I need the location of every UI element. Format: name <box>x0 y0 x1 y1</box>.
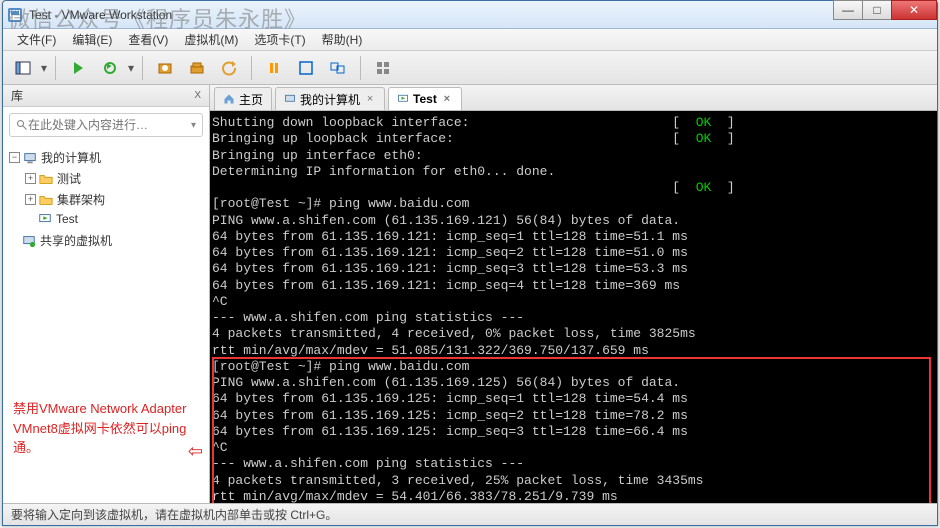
menu-file[interactable]: 文件(F) <box>9 29 64 50</box>
window-title: Test - VMware Workstation <box>29 8 933 22</box>
separator <box>55 56 56 80</box>
tree-node-cluster-folder[interactable]: + 集群架构 <box>5 189 207 210</box>
sidebar-close-icon[interactable]: X <box>194 90 201 101</box>
toolbar: ▾ ▾ <box>3 51 937 85</box>
search-box[interactable]: ▾ <box>9 113 203 137</box>
search-icon <box>16 119 28 131</box>
thumbnail-icon[interactable] <box>369 55 397 81</box>
folder-icon <box>39 172 53 186</box>
power-on-icon[interactable] <box>64 55 92 81</box>
tree-label: Test <box>56 212 78 226</box>
pause-icon[interactable] <box>260 55 288 81</box>
tab-close-icon[interactable]: × <box>441 93 453 105</box>
arrow-left-icon: ⇦ <box>188 438 203 465</box>
app-window: Test - VMware Workstation — □ ✕ 文件(F) 编辑… <box>2 0 938 526</box>
library-tree: − 我的计算机 + 测试 + 集群架构 Test <box>3 143 209 255</box>
expand-icon[interactable]: + <box>25 173 36 184</box>
tree-label: 集群架构 <box>57 191 105 208</box>
home-icon <box>223 93 235 105</box>
tree-node-test-vm[interactable]: Test <box>5 210 207 228</box>
terminal-console[interactable]: Shutting down loopback interface: [ OK ]… <box>210 111 937 503</box>
folder-icon <box>39 193 53 207</box>
separator <box>251 56 252 80</box>
tree-node-mypc[interactable]: − 我的计算机 <box>5 147 207 168</box>
unity-icon[interactable] <box>324 55 352 81</box>
minimize-button[interactable]: — <box>833 0 863 20</box>
menu-edit[interactable]: 编辑(E) <box>64 29 120 50</box>
tab-mypc[interactable]: 我的计算机 × <box>275 87 385 110</box>
sidebar: 库 X ▾ − 我的计算机 + 测试 + <box>3 85 210 503</box>
status-text: 要将输入定向到该虚拟机，请在虚拟机内部单击或按 Ctrl+G。 <box>11 506 337 523</box>
search-input[interactable] <box>28 118 191 132</box>
annotation-text: 禁用VMware Network Adapter VMnet8虚拟网卡依然可以p… <box>13 399 203 465</box>
menu-vm[interactable]: 虚拟机(M) <box>176 29 246 50</box>
revert-icon[interactable] <box>215 55 243 81</box>
tab-label: 主页 <box>239 91 263 108</box>
menubar: 文件(F) 编辑(E) 查看(V) 虚拟机(M) 选项卡(T) 帮助(H) <box>3 29 937 51</box>
menu-tabs[interactable]: 选项卡(T) <box>246 29 313 50</box>
tab-home[interactable]: 主页 <box>214 87 272 110</box>
vm-icon <box>397 93 409 105</box>
sidebar-header: 库 X <box>3 85 209 107</box>
separator <box>360 56 361 80</box>
expand-icon[interactable]: + <box>25 194 36 205</box>
maximize-button[interactable]: □ <box>862 0 892 20</box>
tab-label: 我的计算机 <box>300 91 360 108</box>
computer-icon <box>23 151 37 165</box>
snapshot-manage-icon[interactable] <box>183 55 211 81</box>
sidebar-title: 库 <box>11 87 23 104</box>
highlight-box <box>212 357 931 503</box>
tree-label: 测试 <box>57 170 81 187</box>
collapse-icon[interactable]: − <box>9 152 20 163</box>
main-area: 库 X ▾ − 我的计算机 + 测试 + <box>3 85 937 503</box>
menu-help[interactable]: 帮助(H) <box>314 29 371 50</box>
fullscreen-icon[interactable] <box>292 55 320 81</box>
dropdown-icon[interactable]: ▾ <box>191 120 196 131</box>
library-toggle-icon[interactable] <box>9 55 37 81</box>
snapshot-icon[interactable] <box>151 55 179 81</box>
tab-close-icon[interactable]: × <box>364 93 376 105</box>
vm-icon <box>38 212 52 226</box>
tree-node-shared[interactable]: 共享的虚拟机 <box>5 230 207 251</box>
titlebar[interactable]: Test - VMware Workstation — □ ✕ <box>3 1 937 29</box>
statusbar: 要将输入定向到该虚拟机，请在虚拟机内部单击或按 Ctrl+G。 <box>3 503 937 525</box>
tab-test[interactable]: Test × <box>388 87 462 110</box>
computer-icon <box>284 93 296 105</box>
tree-label: 共享的虚拟机 <box>40 232 112 249</box>
app-icon <box>7 7 23 23</box>
tabbar: 主页 我的计算机 × Test × <box>210 85 937 111</box>
tree-label: 我的计算机 <box>41 149 101 166</box>
content-area: 主页 我的计算机 × Test × Shutting down loopback… <box>210 85 937 503</box>
close-button[interactable]: ✕ <box>891 0 937 20</box>
power-cycle-icon[interactable] <box>96 55 124 81</box>
dropdown-icon[interactable]: ▾ <box>128 61 134 75</box>
tab-label: Test <box>413 92 437 106</box>
separator <box>142 56 143 80</box>
tree-node-test-folder[interactable]: + 测试 <box>5 168 207 189</box>
menu-view[interactable]: 查看(V) <box>120 29 176 50</box>
dropdown-icon[interactable]: ▾ <box>41 61 47 75</box>
shared-vm-icon <box>22 234 36 248</box>
